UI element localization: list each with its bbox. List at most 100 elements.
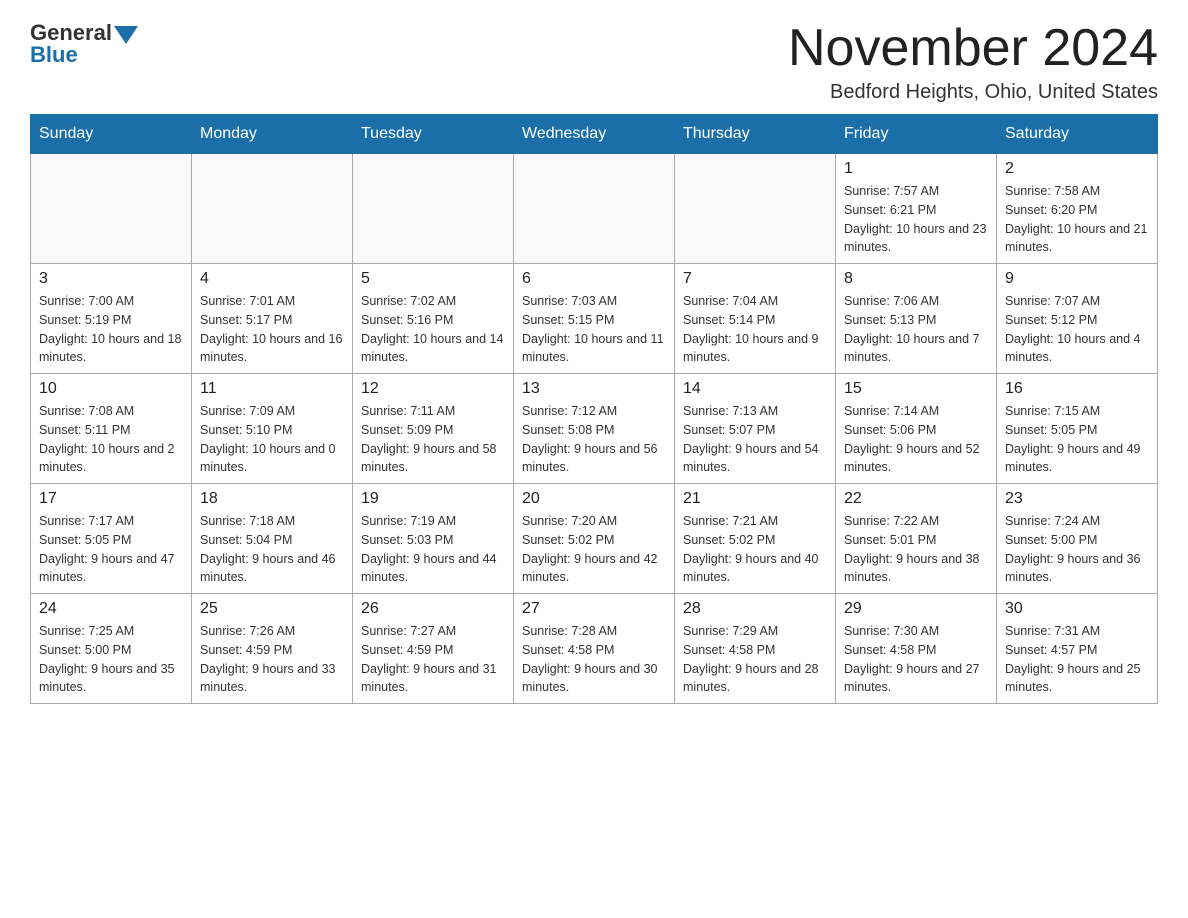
day-number: 7 [683, 270, 827, 288]
header-thursday: Thursday [675, 115, 836, 154]
weekday-header-row: Sunday Monday Tuesday Wednesday Thursday… [31, 115, 1158, 154]
day-info: Sunrise: 7:19 AMSunset: 5:03 PMDaylight:… [361, 512, 505, 587]
logo-triangle-icon [114, 26, 138, 44]
day-info: Sunrise: 7:04 AMSunset: 5:14 PMDaylight:… [683, 292, 827, 367]
calendar-cell-w3d3: 12 Sunrise: 7:11 AMSunset: 5:09 PMDayligh… [353, 374, 514, 484]
month-year-title: November 2024 [788, 20, 1158, 77]
title-area: November 2024 Bedford Heights, Ohio, Uni… [788, 20, 1158, 104]
day-number: 18 [200, 490, 344, 508]
day-info: Sunrise: 7:21 AMSunset: 5:02 PMDaylight:… [683, 512, 827, 587]
day-info: Sunrise: 7:09 AMSunset: 5:10 PMDaylight:… [200, 402, 344, 477]
logo-blue-text: Blue [30, 42, 78, 68]
calendar-cell-w5d7: 30 Sunrise: 7:31 AMSunset: 4:57 PMDayligh… [997, 594, 1158, 704]
calendar-cell-w4d7: 23 Sunrise: 7:24 AMSunset: 5:00 PMDayligh… [997, 484, 1158, 594]
calendar-cell-w3d7: 16 Sunrise: 7:15 AMSunset: 5:05 PMDayligh… [997, 374, 1158, 484]
day-number: 23 [1005, 490, 1149, 508]
day-info: Sunrise: 7:08 AMSunset: 5:11 PMDaylight:… [39, 402, 183, 477]
calendar-cell-w4d5: 21 Sunrise: 7:21 AMSunset: 5:02 PMDayligh… [675, 484, 836, 594]
location-subtitle: Bedford Heights, Ohio, United States [788, 81, 1158, 104]
calendar-cell-w4d2: 18 Sunrise: 7:18 AMSunset: 5:04 PMDayligh… [192, 484, 353, 594]
calendar-cell-w2d7: 9 Sunrise: 7:07 AMSunset: 5:12 PMDaylight… [997, 264, 1158, 374]
calendar-cell-w4d1: 17Sunrise: 7:17 AMSunset: 5:05 PMDayligh… [31, 484, 192, 594]
calendar-cell-w5d6: 29Sunrise: 7:30 AMSunset: 4:58 PMDayligh… [836, 594, 997, 704]
day-number: 9 [1005, 270, 1149, 288]
day-info: Sunrise: 7:18 AMSunset: 5:04 PMDaylight:… [200, 512, 344, 587]
page-header: General Blue November 2024 Bedford Heigh… [30, 20, 1158, 104]
day-number: 2 [1005, 160, 1149, 178]
calendar-table: Sunday Monday Tuesday Wednesday Thursday… [30, 114, 1158, 704]
day-info: Sunrise: 7:20 AMSunset: 5:02 PMDaylight:… [522, 512, 666, 587]
day-info: Sunrise: 7:13 AMSunset: 5:07 PMDaylight:… [683, 402, 827, 477]
calendar-cell-w2d3: 5 Sunrise: 7:02 AMSunset: 5:16 PMDaylight… [353, 264, 514, 374]
day-info: Sunrise: 7:17 AMSunset: 5:05 PMDaylight:… [39, 512, 183, 587]
day-number: 16 [1005, 380, 1149, 398]
header-monday: Monday [192, 115, 353, 154]
day-info: Sunrise: 7:01 AMSunset: 5:17 PMDaylight:… [200, 292, 344, 367]
day-number: 12 [361, 380, 505, 398]
header-friday: Friday [836, 115, 997, 154]
week-row-3: 10 Sunrise: 7:08 AMSunset: 5:11 PMDayligh… [31, 374, 1158, 484]
day-number: 6 [522, 270, 666, 288]
day-number: 3 [39, 270, 183, 288]
day-info: Sunrise: 7:26 AMSunset: 4:59 PMDaylight:… [200, 622, 344, 697]
day-number: 19 [361, 490, 505, 508]
day-info: Sunrise: 7:27 AMSunset: 4:59 PMDaylight:… [361, 622, 505, 697]
calendar-cell-w4d4: 20 Sunrise: 7:20 AMSunset: 5:02 PMDayligh… [514, 484, 675, 594]
week-row-2: 3 Sunrise: 7:00 AMSunset: 5:19 PMDaylight… [31, 264, 1158, 374]
day-info: Sunrise: 7:58 AMSunset: 6:20 PMDaylight:… [1005, 182, 1149, 257]
day-info: Sunrise: 7:57 AMSunset: 6:21 PMDaylight:… [844, 182, 988, 257]
calendar-cell-w1d6: 1 Sunrise: 7:57 AMSunset: 6:21 PMDaylight… [836, 154, 997, 264]
calendar-cell-w2d2: 4 Sunrise: 7:01 AMSunset: 5:17 PMDaylight… [192, 264, 353, 374]
day-info: Sunrise: 7:15 AMSunset: 5:05 PMDaylight:… [1005, 402, 1149, 477]
day-info: Sunrise: 7:12 AMSunset: 5:08 PMDaylight:… [522, 402, 666, 477]
calendar-cell-w2d1: 3 Sunrise: 7:00 AMSunset: 5:19 PMDaylight… [31, 264, 192, 374]
day-info: Sunrise: 7:02 AMSunset: 5:16 PMDaylight:… [361, 292, 505, 367]
day-number: 25 [200, 600, 344, 618]
calendar-cell-w5d1: 24Sunrise: 7:25 AMSunset: 5:00 PMDayligh… [31, 594, 192, 704]
day-info: Sunrise: 7:25 AMSunset: 5:00 PMDaylight:… [39, 622, 183, 697]
day-number: 13 [522, 380, 666, 398]
day-info: Sunrise: 7:28 AMSunset: 4:58 PMDaylight:… [522, 622, 666, 697]
day-number: 11 [200, 380, 344, 398]
calendar-cell-w4d6: 22 Sunrise: 7:22 AMSunset: 5:01 PMDayligh… [836, 484, 997, 594]
day-number: 10 [39, 380, 183, 398]
calendar-cell-w3d5: 14 Sunrise: 7:13 AMSunset: 5:07 PMDayligh… [675, 374, 836, 484]
calendar-cell-w2d5: 7 Sunrise: 7:04 AMSunset: 5:14 PMDaylight… [675, 264, 836, 374]
day-info: Sunrise: 7:11 AMSunset: 5:09 PMDaylight:… [361, 402, 505, 477]
day-number: 14 [683, 380, 827, 398]
day-number: 30 [1005, 600, 1149, 618]
header-tuesday: Tuesday [353, 115, 514, 154]
day-info: Sunrise: 7:22 AMSunset: 5:01 PMDaylight:… [844, 512, 988, 587]
day-number: 20 [522, 490, 666, 508]
calendar-cell-w1d7: 2 Sunrise: 7:58 AMSunset: 6:20 PMDaylight… [997, 154, 1158, 264]
week-row-1: 1 Sunrise: 7:57 AMSunset: 6:21 PMDaylight… [31, 154, 1158, 264]
day-number: 21 [683, 490, 827, 508]
day-number: 8 [844, 270, 988, 288]
day-number: 4 [200, 270, 344, 288]
day-info: Sunrise: 7:30 AMSunset: 4:58 PMDaylight:… [844, 622, 988, 697]
calendar-cell-w3d1: 10 Sunrise: 7:08 AMSunset: 5:11 PMDayligh… [31, 374, 192, 484]
day-number: 28 [683, 600, 827, 618]
calendar-cell-w2d6: 8 Sunrise: 7:06 AMSunset: 5:13 PMDaylight… [836, 264, 997, 374]
day-info: Sunrise: 7:06 AMSunset: 5:13 PMDaylight:… [844, 292, 988, 367]
header-saturday: Saturday [997, 115, 1158, 154]
day-info: Sunrise: 7:24 AMSunset: 5:00 PMDaylight:… [1005, 512, 1149, 587]
day-number: 22 [844, 490, 988, 508]
calendar-cell-w3d2: 11 Sunrise: 7:09 AMSunset: 5:10 PMDayligh… [192, 374, 353, 484]
day-info: Sunrise: 7:31 AMSunset: 4:57 PMDaylight:… [1005, 622, 1149, 697]
calendar-cell-w5d5: 28Sunrise: 7:29 AMSunset: 4:58 PMDayligh… [675, 594, 836, 704]
day-number: 27 [522, 600, 666, 618]
day-info: Sunrise: 7:07 AMSunset: 5:12 PMDaylight:… [1005, 292, 1149, 367]
week-row-4: 17Sunrise: 7:17 AMSunset: 5:05 PMDayligh… [31, 484, 1158, 594]
day-number: 1 [844, 160, 988, 178]
calendar-cell-w1d3 [353, 154, 514, 264]
header-wednesday: Wednesday [514, 115, 675, 154]
calendar-cell-w1d2 [192, 154, 353, 264]
calendar-cell-w5d2: 25 Sunrise: 7:26 AMSunset: 4:59 PMDayligh… [192, 594, 353, 704]
day-number: 5 [361, 270, 505, 288]
day-number: 26 [361, 600, 505, 618]
week-row-5: 24Sunrise: 7:25 AMSunset: 5:00 PMDayligh… [31, 594, 1158, 704]
header-sunday: Sunday [31, 115, 192, 154]
calendar-cell-w5d4: 27 Sunrise: 7:28 AMSunset: 4:58 PMDayligh… [514, 594, 675, 704]
day-info: Sunrise: 7:00 AMSunset: 5:19 PMDaylight:… [39, 292, 183, 367]
